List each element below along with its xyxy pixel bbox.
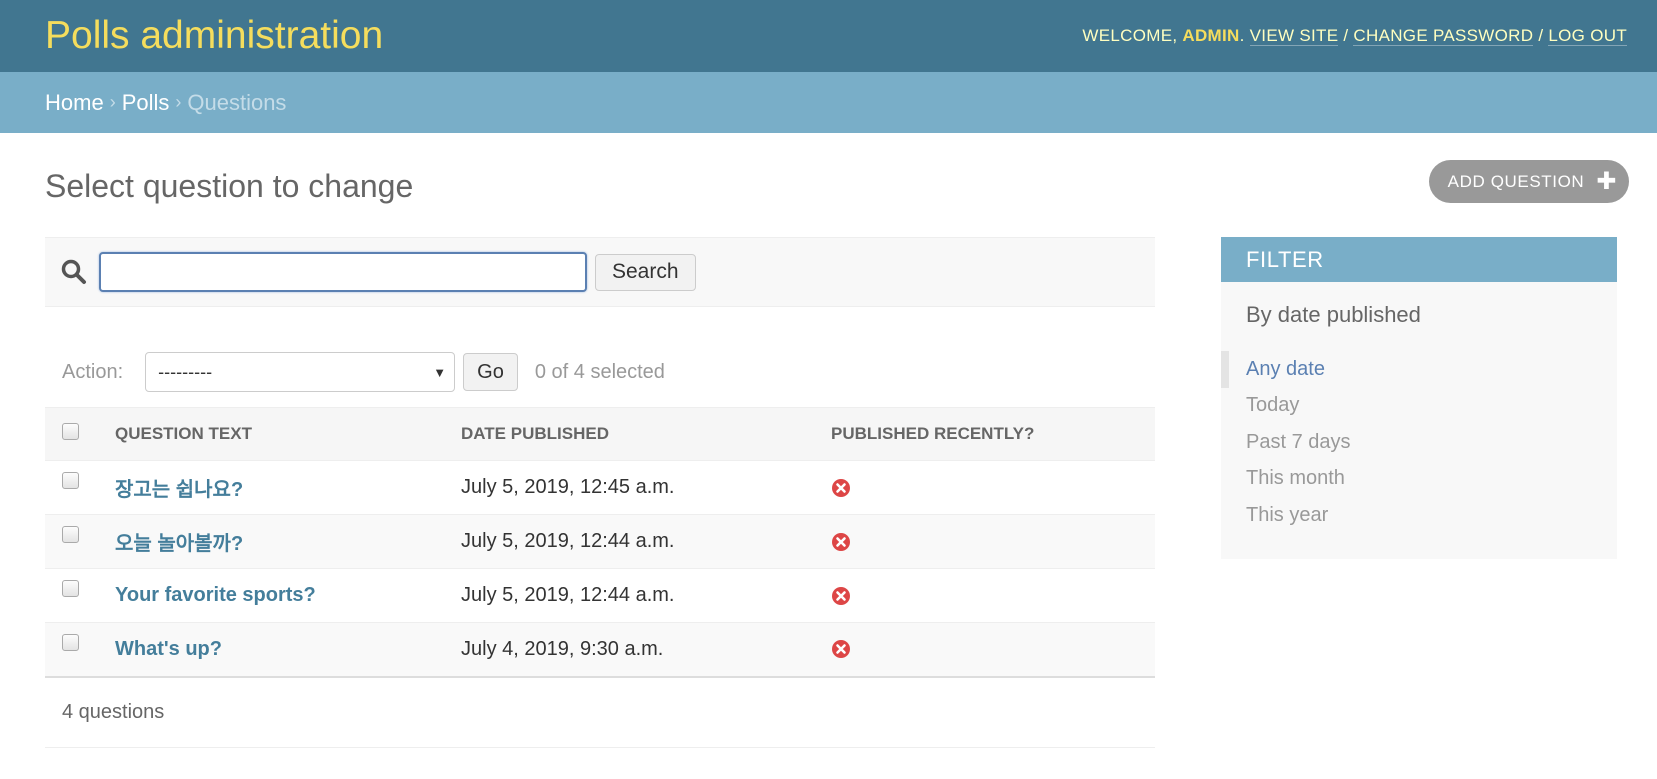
question-link[interactable]: 오늘 놀아볼까? bbox=[115, 533, 243, 555]
result-table: Question text Date published Published r… bbox=[45, 407, 1155, 678]
date-published-cell: July 5, 2019, 12:44 a.m. bbox=[461, 514, 831, 569]
selected-count: 0 of 4 selected bbox=[534, 360, 665, 383]
page-title: Select question to change bbox=[45, 168, 414, 204]
filter-option-past-7-days[interactable]: Past 7 days bbox=[1221, 424, 1617, 461]
column-header-published-recently[interactable]: Published recently? bbox=[831, 407, 1155, 461]
table-header-row: Question text Date published Published r… bbox=[45, 407, 1155, 461]
filter-option-this-year[interactable]: This year bbox=[1221, 497, 1617, 534]
user-tools: Welcome, admin. View site / Change passw… bbox=[1082, 26, 1627, 46]
filter-options: Any date Today Past 7 days This month Th… bbox=[1221, 351, 1617, 534]
table-row: Your favorite sports? July 5, 2019, 12:4… bbox=[45, 568, 1155, 623]
changelist: Search Action: --------- ▼ Go 0 of 4 sel… bbox=[45, 237, 1155, 748]
column-header-question-text[interactable]: Question text bbox=[113, 407, 461, 461]
site-name[interactable]: Polls administration bbox=[45, 14, 383, 58]
add-question-label: Add question bbox=[1447, 171, 1585, 191]
action-label: Action: bbox=[62, 360, 124, 383]
filter-option-this-month[interactable]: This month bbox=[1221, 461, 1617, 498]
no-icon bbox=[832, 532, 850, 551]
row-checkbox[interactable] bbox=[62, 472, 79, 490]
log-out-link[interactable]: Log out bbox=[1548, 26, 1627, 46]
header: Polls administration Welcome, admin. Vie… bbox=[0, 0, 1657, 72]
row-checkbox[interactable] bbox=[62, 633, 79, 651]
breadcrumb-polls[interactable]: Polls bbox=[122, 90, 170, 116]
breadcrumb: Home › Polls › Questions bbox=[0, 72, 1657, 133]
date-published-cell: July 4, 2019, 9:30 a.m. bbox=[461, 622, 831, 678]
chevron-down-icon: ▼ bbox=[433, 364, 447, 380]
search-button[interactable]: Search bbox=[595, 253, 696, 291]
table-row: What's up? July 4, 2019, 9:30 a.m. bbox=[45, 622, 1155, 678]
actions-bar: Action: --------- ▼ Go 0 of 4 selected bbox=[45, 307, 1155, 407]
table-row: 오늘 놀아볼까? July 5, 2019, 12:44 a.m. bbox=[45, 514, 1155, 569]
search-toolbar: Search bbox=[45, 237, 1155, 307]
select-all-cell bbox=[45, 407, 113, 461]
plus-icon: ✚ bbox=[1596, 167, 1617, 195]
go-button[interactable]: Go bbox=[463, 353, 518, 391]
paginator: 4 questions bbox=[45, 678, 1155, 748]
action-select[interactable]: --------- ▼ bbox=[145, 352, 456, 392]
row-checkbox[interactable] bbox=[62, 526, 79, 544]
no-icon bbox=[832, 478, 850, 497]
username: admin bbox=[1182, 26, 1240, 45]
action-select-value: --------- bbox=[158, 361, 213, 382]
filter-title: Filter bbox=[1221, 237, 1617, 282]
breadcrumb-separator: › bbox=[109, 92, 116, 112]
filter-option-any-date[interactable]: Any date bbox=[1221, 351, 1617, 388]
question-link[interactable]: What's up? bbox=[115, 638, 222, 660]
no-icon bbox=[832, 586, 850, 605]
breadcrumb-current: Questions bbox=[187, 89, 287, 115]
breadcrumb-separator: › bbox=[175, 92, 182, 112]
question-link[interactable]: Your favorite sports? bbox=[115, 584, 316, 606]
filter-heading: By date published bbox=[1246, 302, 1421, 327]
add-question-button[interactable]: Add question ✚ bbox=[1428, 160, 1629, 203]
date-published-cell: July 5, 2019, 12:45 a.m. bbox=[461, 460, 831, 515]
select-all-checkbox[interactable] bbox=[62, 423, 79, 441]
view-site-link[interactable]: View site bbox=[1249, 26, 1339, 46]
breadcrumb-home[interactable]: Home bbox=[45, 90, 104, 116]
welcome-text: Welcome, bbox=[1082, 26, 1178, 45]
row-checkbox[interactable] bbox=[62, 580, 79, 598]
filter-option-today[interactable]: Today bbox=[1221, 388, 1617, 425]
question-link[interactable]: 장고는 쉽나요? bbox=[115, 479, 243, 501]
column-header-date-published[interactable]: Date published bbox=[461, 407, 831, 461]
search-icon bbox=[61, 259, 86, 284]
table-row: 장고는 쉽나요? July 5, 2019, 12:45 a.m. bbox=[45, 460, 1155, 515]
no-icon bbox=[832, 640, 850, 659]
change-password-link[interactable]: Change password bbox=[1353, 26, 1534, 46]
search-input[interactable] bbox=[99, 252, 587, 292]
date-published-cell: July 5, 2019, 12:44 a.m. bbox=[461, 568, 831, 623]
filter-panel: Filter By date published Any date Today … bbox=[1221, 237, 1617, 559]
